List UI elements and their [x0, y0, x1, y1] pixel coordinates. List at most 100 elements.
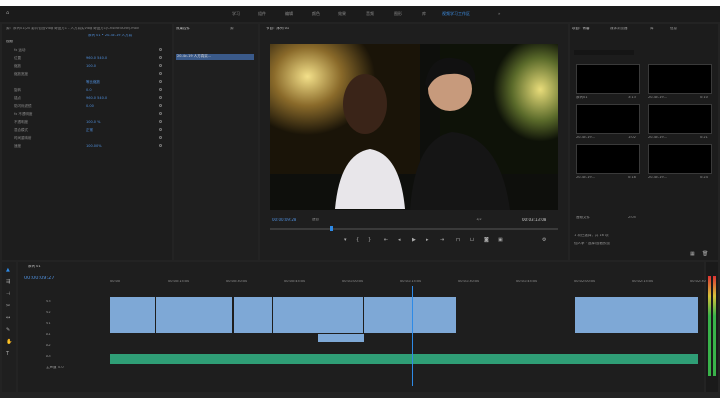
workspace-audio[interactable]: 音频	[366, 11, 374, 17]
program-title[interactable]: 节目：序列 01	[266, 27, 289, 31]
track-header-label[interactable]: A2	[46, 344, 51, 348]
keyframe-toggle-icon[interactable]	[159, 136, 162, 139]
playhead-line[interactable]	[412, 286, 413, 386]
timeline-timecode[interactable]: 00:00:09:27	[24, 276, 55, 281]
go-to-in-icon[interactable]: ⇤	[384, 238, 388, 243]
effect-row[interactable]: 等比缩放	[6, 80, 166, 84]
compare-icon[interactable]: ▣	[498, 238, 503, 243]
effect-row[interactable]: fx 不透明度	[6, 112, 166, 116]
workspace-learn[interactable]: 学习	[232, 11, 240, 17]
keyframe-toggle-icon[interactable]	[159, 80, 162, 83]
workspace-editing[interactable]: 编辑	[285, 11, 293, 17]
track-header-label[interactable]: A1	[46, 333, 51, 337]
project-item-thumbnail[interactable]	[576, 144, 640, 174]
go-to-out-icon[interactable]: ⇥	[440, 238, 444, 243]
out-point-icon[interactable]: }	[368, 238, 371, 243]
track-header-label[interactable]: A3	[46, 355, 51, 359]
libraries-tab[interactable]: 库	[650, 27, 654, 31]
effect-row-value[interactable]: 100.0 %	[86, 120, 100, 124]
type-tool-icon[interactable]: T	[6, 352, 9, 357]
effect-row[interactable]: 缩放 100.0	[6, 64, 166, 68]
effect-row[interactable]: 速度 100.00%	[6, 144, 166, 148]
effect-row-value[interactable]: 等比缩放	[86, 80, 100, 85]
track-header-label[interactable]: V1	[46, 322, 51, 326]
workspace-assembly[interactable]: 组件	[258, 11, 266, 17]
home-icon[interactable]: ⌂	[6, 11, 9, 16]
video-clip[interactable]	[575, 297, 698, 333]
video-clip[interactable]	[110, 297, 155, 333]
effect-row-value[interactable]: 960.0 540.0	[86, 96, 107, 100]
in-point-icon[interactable]: {	[356, 238, 359, 243]
workspace-color[interactable]: 颜色	[312, 11, 320, 17]
project-item-thumbnail[interactable]	[648, 144, 712, 174]
workspace-effects[interactable]: 效果	[338, 11, 346, 17]
trash-icon[interactable]: 🗑	[702, 252, 708, 257]
lift-icon[interactable]: ⊓	[456, 238, 460, 243]
effect-row-value[interactable]: 正常	[86, 128, 93, 133]
step-forward-icon[interactable]: ▸	[426, 238, 429, 243]
keyframe-toggle-icon[interactable]	[159, 64, 162, 67]
effect-row[interactable]: 混合模式 正常	[6, 128, 166, 132]
video-clip[interactable]	[364, 297, 456, 333]
keyframe-toggle-icon[interactable]	[159, 144, 162, 147]
track-select-icon[interactable]: ⇶	[6, 280, 10, 285]
program-scrubber[interactable]	[270, 228, 558, 230]
effect-row-value[interactable]: 100.0	[86, 64, 96, 68]
keyframe-toggle-icon[interactable]	[159, 56, 162, 59]
project-item-thumbnail[interactable]	[648, 64, 712, 94]
settings-icon[interactable]: ⚙	[542, 238, 546, 243]
track-header-label[interactable]: V3	[46, 300, 51, 304]
new-item-icon[interactable]: ▦	[690, 252, 695, 257]
effect-row[interactable]: 锚点 960.0 540.0	[6, 96, 166, 100]
selection-tool-icon[interactable]: ▲	[6, 268, 10, 273]
project-search-input[interactable]	[574, 50, 634, 55]
tab-effect-controls[interactable]: 效果控件	[176, 27, 190, 31]
workspace-libraries[interactable]: 库	[422, 11, 426, 17]
effect-controls-tab[interactable]: 序列 01 • 20-4c-19 人方真	[88, 34, 168, 38]
program-timecode-left[interactable]: 00:00:09:28	[272, 218, 296, 222]
tab-source[interactable]: 源	[230, 27, 234, 31]
fit-dropdown[interactable]: 适合	[312, 218, 319, 222]
track-header-label[interactable]: V2	[46, 311, 51, 315]
keyframe-toggle-icon[interactable]	[159, 112, 162, 115]
effect-row-value[interactable]: 960.0 540.0	[86, 56, 107, 60]
project-item-thumbnail[interactable]	[648, 104, 712, 134]
timeline-ruler[interactable]: 00:00 00:00:15:00 00:00:30:00 00:00:45:00 00…	[110, 280, 711, 290]
slip-tool-icon[interactable]: ↔	[6, 316, 10, 321]
effect-row-value[interactable]: 0.0	[86, 88, 92, 92]
pen-tool-icon[interactable]: ✎	[6, 328, 10, 333]
effect-row[interactable]: fx 运动	[6, 48, 166, 52]
resolution-dropdown[interactable]: 1/2	[476, 218, 482, 222]
track-header-label[interactable]: 主声道	[46, 366, 57, 370]
workspace-more[interactable]: »	[498, 11, 500, 16]
keyframe-toggle-icon[interactable]	[159, 48, 162, 51]
video-clip[interactable]	[234, 297, 272, 333]
project-tab[interactable]: 项目：青春	[572, 27, 590, 31]
export-frame-icon[interactable]: ◙	[484, 238, 489, 243]
audio-track-a1[interactable]	[110, 354, 698, 364]
marker-icon[interactable]: ▾	[344, 238, 347, 243]
video-clip[interactable]	[156, 297, 232, 333]
project-item-thumbnail[interactable]	[576, 184, 640, 214]
effect-row[interactable]: 时间重映射	[6, 136, 166, 140]
keyframe-toggle-icon[interactable]	[159, 72, 162, 75]
effect-row-value[interactable]: 100.00%	[86, 144, 102, 148]
step-back-icon[interactable]: ◂	[398, 238, 401, 243]
hand-tool-icon[interactable]: ✋	[6, 340, 12, 345]
effect-row[interactable]: 不透明度 100.0 %	[6, 120, 166, 124]
keyframe-toggle-icon[interactable]	[159, 120, 162, 123]
workspace-video-learning[interactable]: 视频学习工作区	[442, 11, 470, 17]
keyframe-toggle-icon[interactable]	[159, 96, 162, 99]
keyframe-toggle-icon[interactable]	[159, 104, 162, 107]
effect-row[interactable]: 旋转 0.0	[6, 88, 166, 92]
playhead-marker[interactable]	[330, 226, 333, 231]
effect-row[interactable]: 缩放宽度	[6, 72, 166, 76]
video-clip[interactable]	[273, 297, 363, 333]
razor-tool-icon[interactable]: ✂	[6, 304, 10, 309]
timeline-title[interactable]: 序列 01	[28, 265, 41, 269]
keyframe-toggle-icon[interactable]	[159, 128, 162, 131]
play-icon[interactable]: ▶	[412, 238, 416, 243]
effect-row[interactable]: 位置 960.0 540.0	[6, 56, 166, 60]
master-value[interactable]: 0.0	[58, 366, 64, 370]
ripple-edit-icon[interactable]: ⊣	[6, 292, 10, 297]
